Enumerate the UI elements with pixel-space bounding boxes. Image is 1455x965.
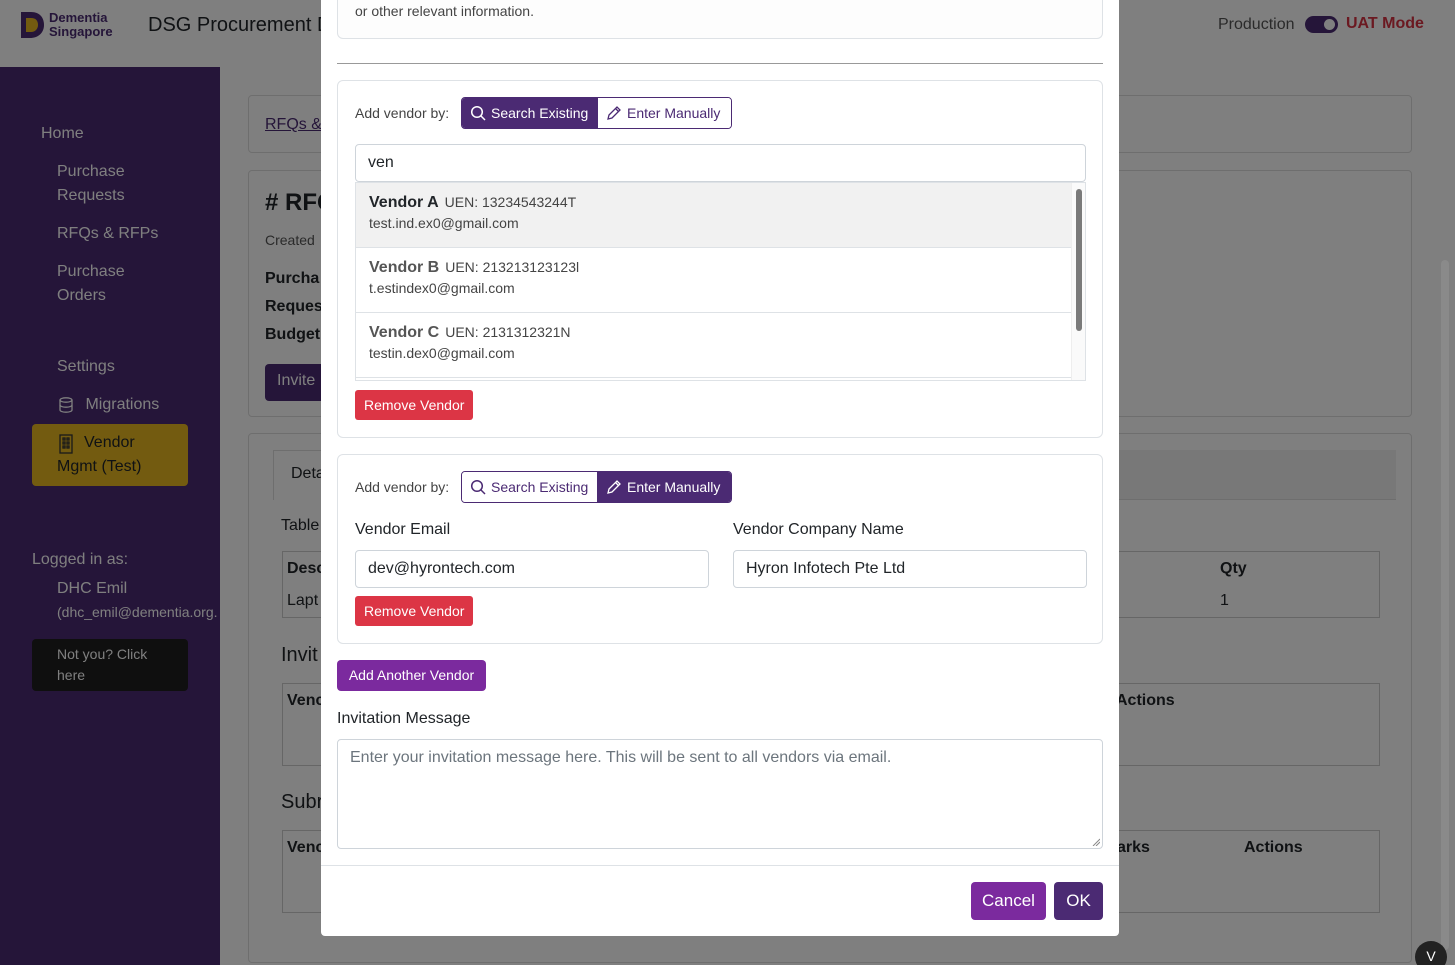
search-result-item[interactable]: Vendor C UEN: 2131312321N testin.dex0@gma… (356, 313, 1071, 378)
result-vendor-name: Vendor C (369, 324, 440, 341)
vendor-search-results: Vendor A UEN: 13234543244T test.ind.ex0@g… (355, 182, 1086, 381)
enter-manually-button[interactable]: Enter Manually (597, 98, 731, 128)
invitation-message-textarea[interactable]: Enter your invitation message here. This… (337, 739, 1103, 849)
add-mode-toggle: Search Existing Enter Manually (461, 471, 732, 503)
add-vendor-by-label: Add vendor by: (355, 479, 450, 495)
remove-vendor-button[interactable]: Remove Vendor (355, 390, 474, 420)
invitation-message-label: Invitation Message (337, 710, 471, 727)
add-mode-toggle: Search Existing Enter Manually (461, 97, 732, 129)
search-existing-button[interactable]: Search Existing (462, 472, 598, 502)
resize-grip-icon[interactable] (1092, 838, 1100, 846)
add-vendor-by-label: Add vendor by: (355, 105, 450, 121)
divider (337, 63, 1103, 64)
info-text: or other relevant information. (355, 3, 534, 19)
search-result-item[interactable]: Vendor B UEN: 213213123123l t.estindex0@g… (356, 248, 1071, 313)
result-vendor-email: testin.dex0@gmail.com (369, 345, 515, 361)
result-vendor-name: Vendor B (369, 259, 440, 276)
vendor-email-input[interactable]: dev@hyrontech.com (355, 550, 709, 588)
search-existing-button[interactable]: Search Existing (462, 98, 598, 128)
textarea-placeholder: Enter your invitation message here. This… (350, 749, 892, 766)
search-icon (470, 105, 486, 121)
add-another-vendor-button[interactable]: Add Another Vendor (337, 660, 486, 691)
result-vendor-name: Vendor A (369, 194, 439, 211)
result-vendor-uen: UEN: 2131312321N (445, 324, 571, 340)
results-scrollbar-thumb[interactable] (1076, 189, 1082, 331)
search-result-item[interactable]: Vendor A UEN: 13234543244T test.ind.ex0@g… (356, 183, 1071, 248)
result-vendor-uen: UEN: 213213123123l (445, 259, 580, 275)
vendor-company-input[interactable]: Hyron Infotech Pte Ltd (733, 550, 1087, 588)
ok-button[interactable]: OK (1054, 882, 1103, 920)
result-vendor-email: test.ind.ex0@gmail.com (369, 215, 519, 231)
search-icon (470, 479, 486, 495)
result-vendor-email: t.estindex0@gmail.com (369, 280, 515, 296)
results-scrollbar[interactable] (1071, 183, 1085, 380)
cancel-button[interactable]: Cancel (971, 882, 1046, 920)
vendor-email-label: Vendor Email (355, 521, 451, 538)
vendor-search-input[interactable]: ven (355, 144, 1086, 182)
result-vendor-uen: UEN: 13234543244T (444, 194, 577, 210)
vue-devtools-badge[interactable]: V (1415, 941, 1447, 965)
vendor-company-label: Vendor Company Name (733, 521, 904, 538)
page-scrollbar[interactable] (1441, 260, 1449, 950)
pencil-icon (607, 106, 621, 120)
pencil-icon (607, 480, 621, 494)
modal-footer-divider (321, 865, 1119, 866)
invite-vendors-modal: or other relevant information. Add vendo… (321, 0, 1119, 936)
vendor-entry-manual: Add vendor by: Search Existing Enter Man… (337, 454, 1103, 644)
enter-manually-button[interactable]: Enter Manually (597, 472, 731, 502)
info-box: or other relevant information. (337, 0, 1103, 39)
vendor-entry-search: Add vendor by: Search Existing Enter Man… (337, 80, 1103, 438)
remove-vendor-button[interactable]: Remove Vendor (355, 596, 474, 626)
